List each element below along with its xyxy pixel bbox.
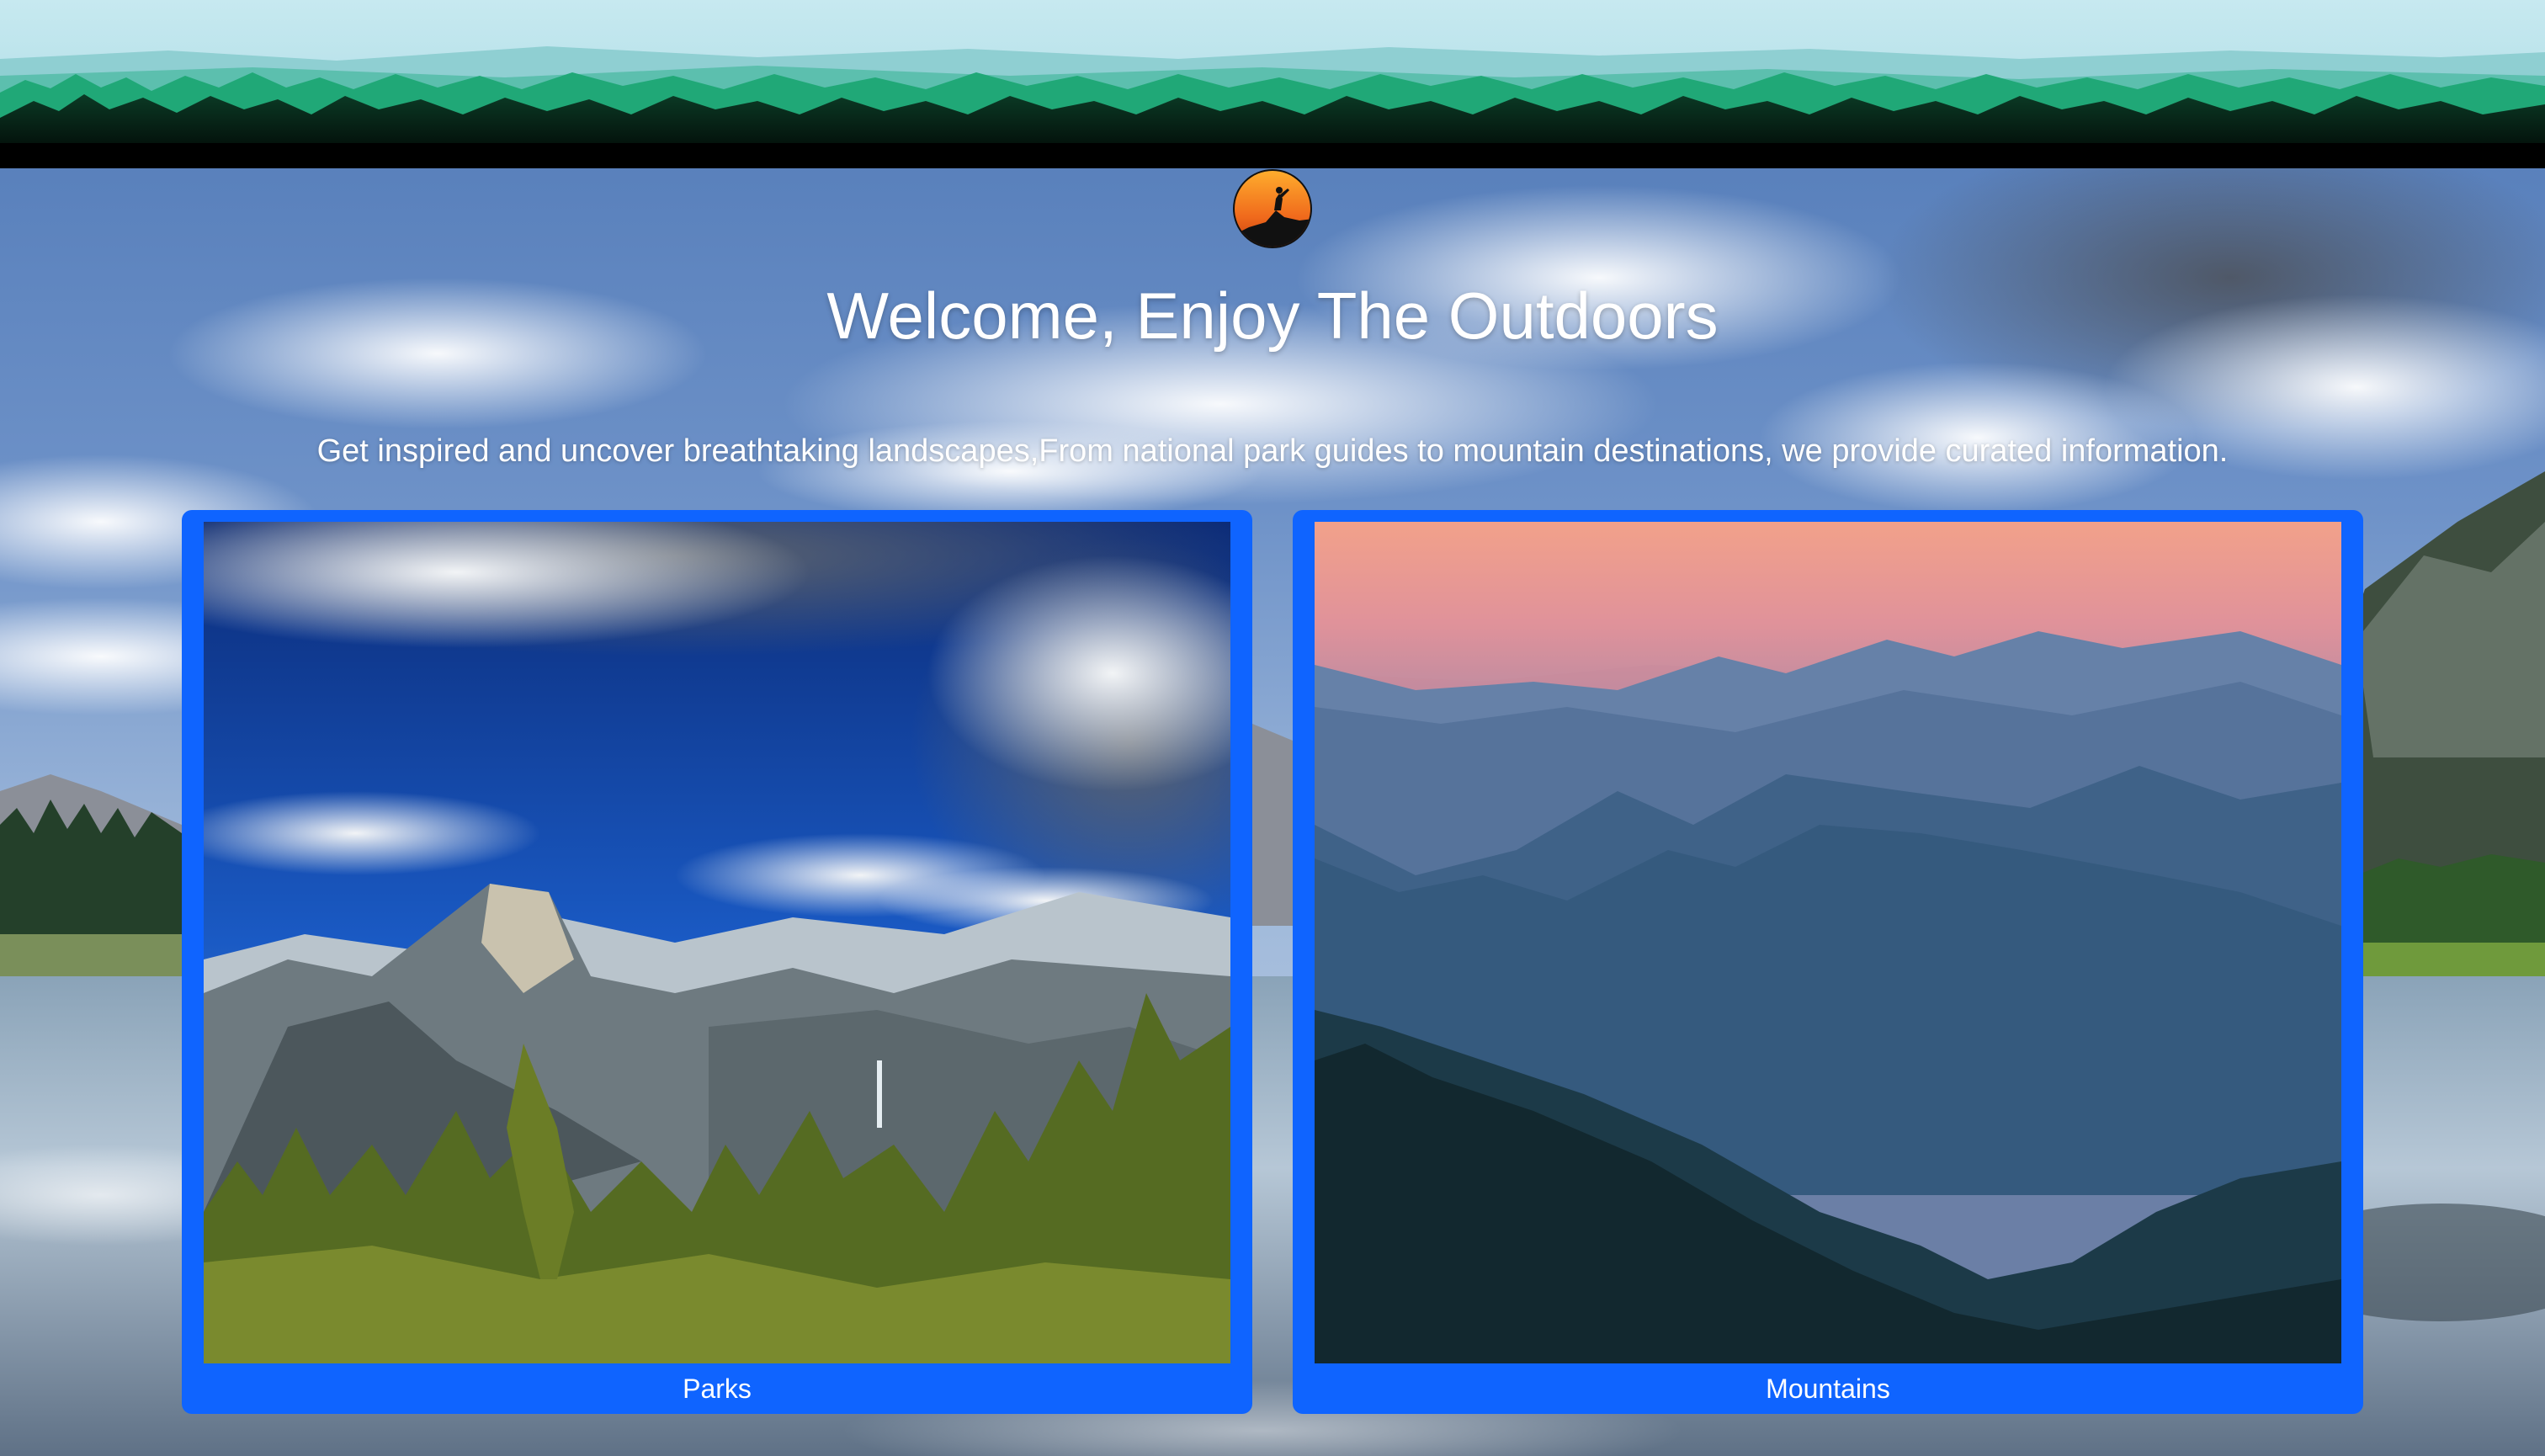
misty-mountain-ridges-photo <box>1315 522 2341 1363</box>
mountains-label: Mountains <box>1766 1374 1890 1404</box>
parks-label: Parks <box>683 1374 752 1404</box>
mountains-card[interactable]: Mountains <box>1293 510 2363 1414</box>
forest-silhouette-banner <box>0 0 2545 168</box>
yosemite-valley-photo <box>204 522 1230 1363</box>
hiker-sunset-logo[interactable] <box>1232 168 1313 249</box>
page-tagline: Get inspired and uncover breathtaking la… <box>316 433 2229 469</box>
page-title: Welcome, Enjoy The Outdoors <box>826 279 1719 353</box>
parks-card[interactable]: Parks <box>182 510 1252 1414</box>
